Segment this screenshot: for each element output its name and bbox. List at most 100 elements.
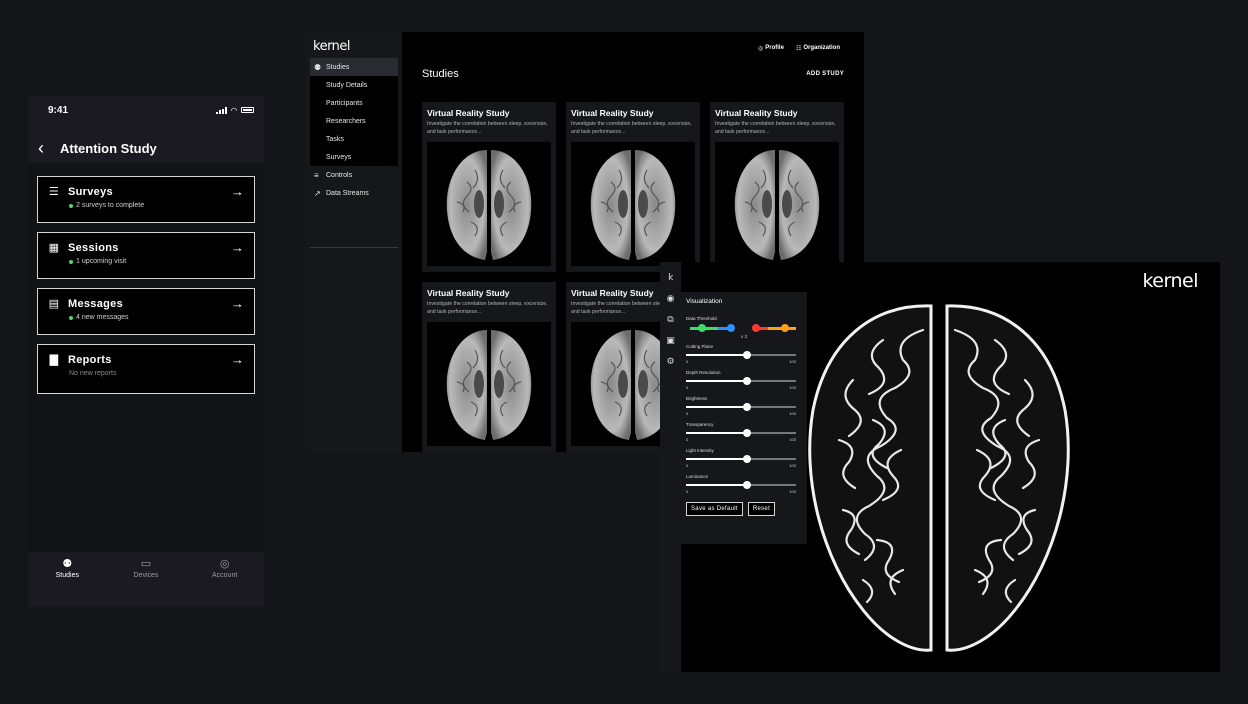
eye-icon[interactable]: ◉ [660, 288, 681, 309]
bar-chart-icon: ▇ [49, 354, 59, 366]
slider-max: 100 [789, 359, 796, 364]
slider-control: Transparency 0 100 [686, 422, 802, 442]
tab-account[interactable]: ◎ Account [195, 557, 255, 607]
sidebar-item-data-streams[interactable]: ↗ Data Streams [310, 184, 398, 202]
brain-scan-image [427, 322, 551, 446]
slider-label: Brightness [686, 396, 708, 401]
slider-max: 100 [789, 489, 796, 494]
profile-link[interactable]: ◎ Profile [758, 45, 784, 52]
panel-title: Visualization [686, 298, 723, 305]
threshold-multiplier: x 3 [740, 334, 747, 339]
status-bar: 9:41 ◠ [28, 96, 264, 124]
slider-label: Depth Resolution [686, 370, 721, 375]
slider[interactable] [686, 402, 802, 411]
settings-icon[interactable]: ⚙ [660, 351, 681, 372]
surveys-card[interactable]: ☰ Surveys 2 surveys to complete → [37, 176, 255, 223]
camera-icon[interactable]: ▣ [660, 330, 681, 351]
threshold-knob[interactable] [752, 324, 760, 332]
messages-card[interactable]: ▤ Messages 4 new messages → [37, 288, 255, 335]
slider-knob[interactable] [742, 481, 751, 489]
slider-fill [686, 380, 747, 382]
sidebar-item-studies[interactable]: ⚉ Studies [310, 58, 398, 76]
brain-3d-render[interactable] [803, 300, 1075, 656]
card-title: Sessions [68, 241, 119, 254]
save-default-button[interactable]: Save as Default [686, 502, 743, 516]
battery-icon [241, 107, 254, 113]
card-title: Reports [68, 353, 112, 366]
slider-fill [686, 354, 747, 356]
slider-control: Luminance 0 100 [686, 474, 802, 494]
threshold-knob[interactable] [698, 324, 706, 332]
sidebar-item-controls[interactable]: ≡ Controls [310, 166, 398, 184]
slider-knob[interactable] [742, 429, 751, 437]
sidebar: kernel ⚉ Studies Study Details Participa… [306, 32, 402, 452]
data-threshold-slider[interactable] [686, 323, 802, 333]
lightbulb-icon: ⚉ [62, 558, 73, 570]
status-dot [69, 259, 73, 264]
slider-max: 100 [789, 463, 796, 468]
study-description: Investigate the correlation between slee… [715, 121, 836, 135]
card-subtitle: 4 new messages [76, 314, 129, 321]
person-icon: ◎ [758, 45, 764, 52]
person-circle-icon: ◎ [219, 558, 230, 570]
tab-studies[interactable]: ⚉ Studies [37, 557, 97, 607]
kernel-mark-icon[interactable]: k [660, 267, 681, 288]
study-title: Virtual Reality Study [715, 108, 798, 118]
trend-icon: ↗ [314, 188, 321, 198]
sidebar-item-participants[interactable]: Participants [310, 94, 398, 112]
kernel-logo: kernel [1142, 270, 1198, 292]
wifi-icon: ◠ [230, 105, 237, 115]
slider-knob[interactable] [742, 377, 751, 385]
card-title: Surveys [68, 185, 113, 198]
divider [310, 247, 398, 248]
slider[interactable] [686, 428, 802, 437]
study-card[interactable]: Virtual Reality Study Investigate the co… [710, 102, 844, 272]
threshold-label: Data Threshold [686, 316, 717, 321]
arrow-right-icon: → [231, 296, 244, 311]
card-title: Messages [68, 297, 123, 310]
slider-min: 0 [686, 385, 689, 390]
arrow-right-icon: → [231, 240, 244, 255]
chat-icon: ▤ [48, 298, 60, 310]
add-study-button[interactable]: ADD STUDY [806, 71, 844, 77]
back-arrow-icon[interactable]: ‹ [38, 139, 52, 157]
layers-icon[interactable]: ⧉ [660, 309, 681, 330]
screen-header: ‹ Attention Study [28, 129, 264, 167]
server-icon: ≡ [314, 170, 319, 180]
sidebar-item-study-details[interactable]: Study Details [310, 76, 398, 94]
slider[interactable] [686, 376, 802, 385]
slider-knob[interactable] [742, 351, 751, 359]
threshold-knob[interactable] [727, 324, 735, 332]
study-card[interactable]: Virtual Reality Study Investigate the co… [422, 282, 556, 452]
organization-link[interactable]: ☷ Organization [796, 45, 840, 52]
card-subtitle: No new reports [69, 370, 117, 377]
reset-button[interactable]: Reset [747, 502, 776, 516]
brain-scan-image [715, 142, 839, 266]
study-card[interactable]: Virtual Reality Study Investigate the co… [422, 102, 556, 272]
slider-max: 100 [789, 385, 796, 390]
status-time: 9:41 [48, 104, 69, 116]
slider-min: 0 [686, 463, 689, 468]
kernel-logo: kernel [313, 39, 351, 54]
signal-icon [215, 106, 227, 114]
slider-list: Cutting Plane 0 100 Depth Resolution 0 100 Bri… [686, 344, 802, 494]
sessions-card[interactable]: ▦ Sessions 1 upcoming visit → [37, 232, 255, 279]
slider-control: Brightness 0 100 [686, 396, 802, 416]
slider-min: 0 [686, 359, 689, 364]
study-card[interactable]: Virtual Reality Study Investigate the co… [566, 102, 700, 272]
slider[interactable] [686, 480, 802, 489]
status-dot [69, 315, 73, 320]
visualization-viewer: k ◉ ⧉ ▣ ⚙ Visualization Data Threshold x… [660, 262, 1220, 672]
sidebar-item-tasks[interactable]: Tasks [310, 130, 398, 148]
lightbulb-icon: ⚉ [314, 62, 322, 72]
threshold-knob[interactable] [781, 324, 789, 332]
tab-devices[interactable]: ▭ Devices [116, 557, 176, 607]
slider-knob[interactable] [742, 455, 751, 463]
sidebar-item-researchers[interactable]: Researchers [310, 112, 398, 130]
reports-card[interactable]: ▇ Reports No new reports → [37, 344, 255, 394]
slider[interactable] [686, 350, 802, 359]
sidebar-item-surveys[interactable]: Surveys [310, 148, 398, 166]
slider[interactable] [686, 454, 802, 463]
slider-max: 100 [789, 437, 796, 442]
slider-knob[interactable] [742, 403, 751, 411]
